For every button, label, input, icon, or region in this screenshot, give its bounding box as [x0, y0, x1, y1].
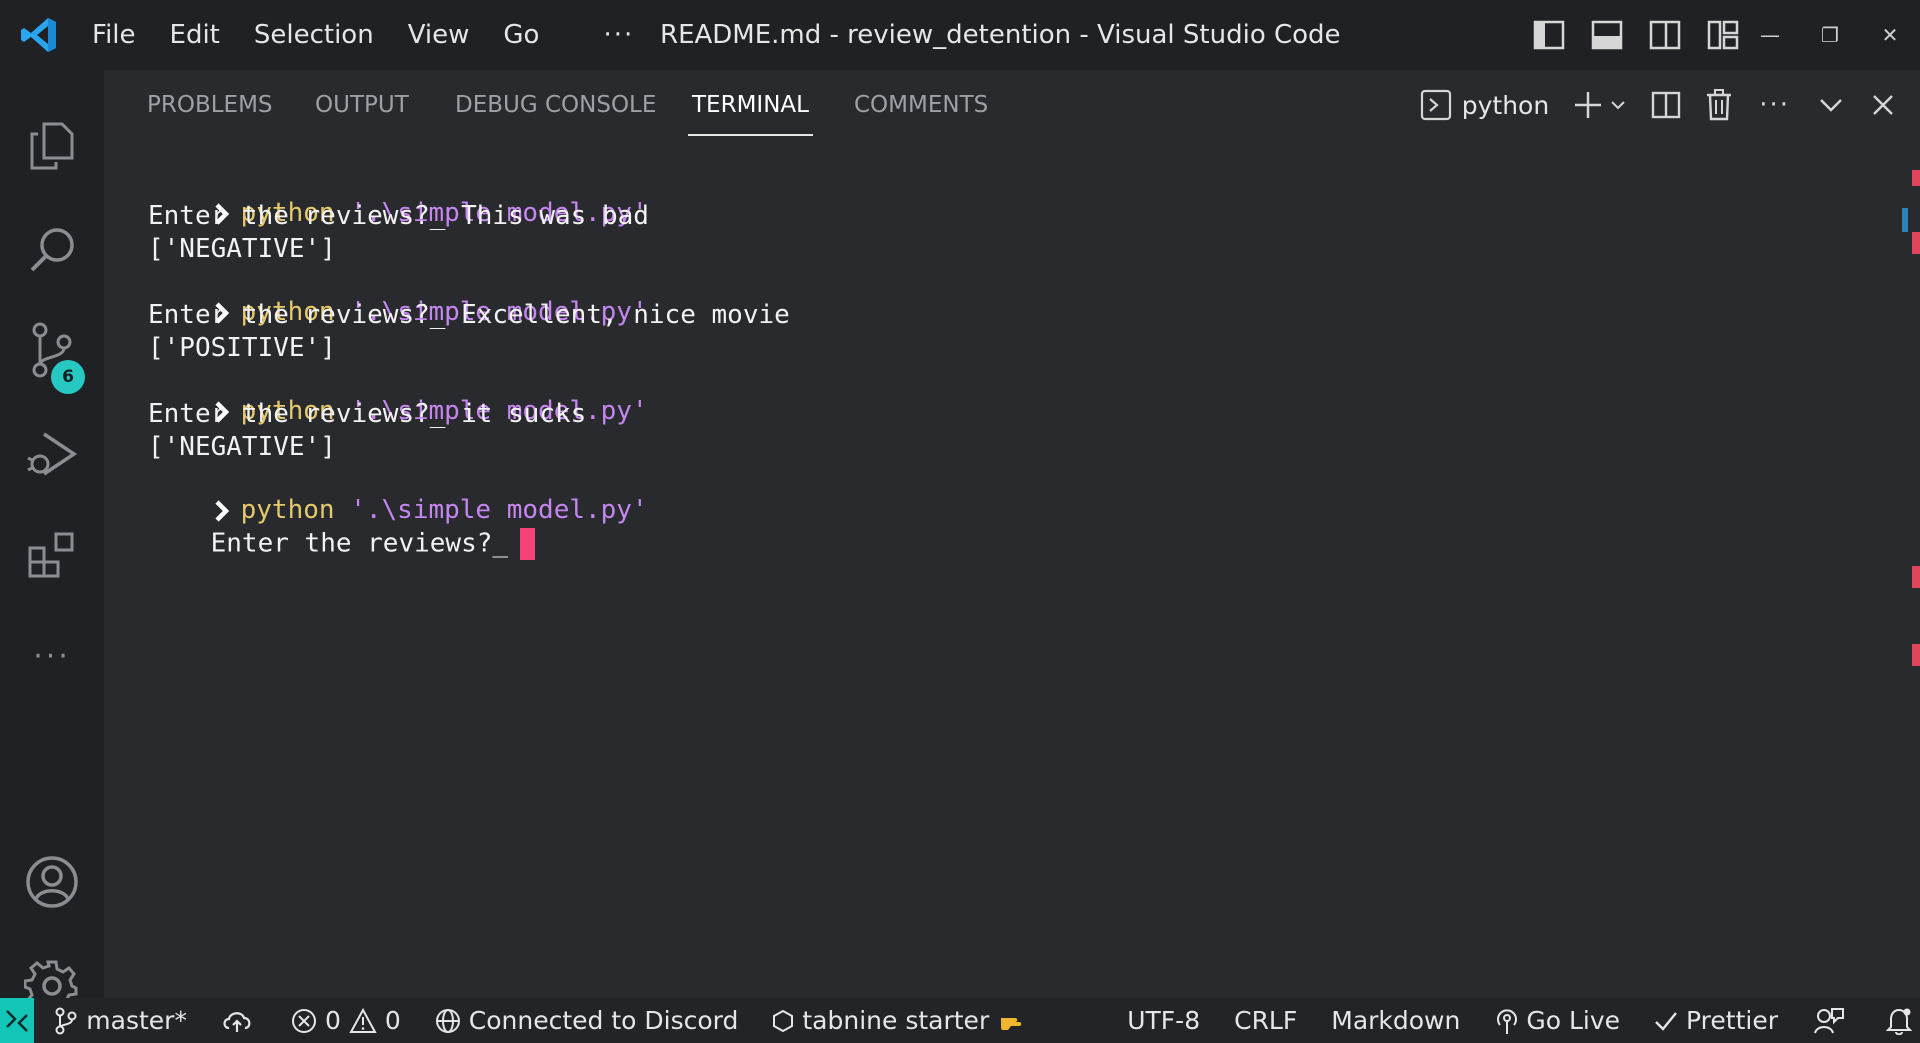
more-actions-icon[interactable]: ···	[1759, 85, 1790, 125]
close-window-button[interactable]: ✕	[1860, 0, 1920, 70]
tab-problems[interactable]: PROBLEMS	[147, 70, 273, 140]
terminal-output-line: Enter the reviews?_ Excellent, nice movi…	[148, 300, 790, 330]
status-bar: master* 0 0 Connected to Discord tabnine…	[0, 998, 1920, 1043]
extensions-icon[interactable]	[0, 514, 104, 598]
check-icon	[1655, 1011, 1677, 1031]
tab-debug-console[interactable]: DEBUG CONSOLE	[455, 70, 656, 140]
eol-button[interactable]: CRLF	[1234, 998, 1297, 1043]
sync-button[interactable]	[221, 998, 261, 1043]
tab-comments[interactable]: COMMENTS	[854, 70, 988, 140]
branch-status[interactable]: master*	[54, 998, 187, 1043]
minimize-button[interactable]: —	[1740, 0, 1800, 70]
broadcast-icon	[1497, 1008, 1518, 1034]
warning-icon	[349, 1007, 377, 1033]
menu-selection[interactable]: Selection	[254, 20, 374, 50]
terminal-output-line: ['POSITIVE']	[148, 333, 336, 363]
toggle-primary-sidebar-icon[interactable]	[1530, 16, 1568, 54]
terminal-input-prompt: Enter the reviews?_	[210, 528, 509, 559]
tabnine-hexagon-icon	[773, 1009, 794, 1032]
restore-button[interactable]: ❐	[1800, 0, 1860, 70]
error-icon	[291, 1008, 316, 1033]
prettier-button[interactable]: Prettier	[1654, 998, 1778, 1043]
title-bar: File Edit Selection View Go ··· README.m…	[0, 0, 1920, 70]
scrollbar-error-marker	[1912, 566, 1920, 588]
plus-icon	[1575, 92, 1602, 118]
search-icon[interactable]	[0, 208, 104, 292]
tab-output[interactable]: OUTPUT	[315, 70, 409, 140]
go-live-label: Go Live	[1526, 1006, 1621, 1035]
branch-name: master*	[86, 1006, 187, 1035]
error-count: 0	[324, 1006, 341, 1035]
problems-status[interactable]: 0 0	[291, 998, 401, 1043]
discord-status[interactable]: Connected to Discord	[435, 998, 739, 1043]
new-terminal-button[interactable]	[1573, 85, 1627, 125]
discord-label: Connected to Discord	[468, 1006, 739, 1035]
activity-bar: 6 ···	[0, 70, 104, 1014]
terminal-output-line: Enter the reviews?_ it sucks	[148, 399, 587, 429]
terminal-input-line: Enter the reviews?_	[148, 498, 536, 590]
vscode-logo-icon	[0, 0, 78, 70]
terminal-output-line: Enter the reviews?_ This was bad	[148, 201, 649, 231]
pointing-hand-icon	[1001, 1017, 1022, 1030]
explorer-icon[interactable]	[0, 104, 104, 188]
scrollbar-scroll-thumb[interactable]	[1902, 208, 1908, 232]
menu-go[interactable]: Go	[503, 20, 539, 50]
window-title: README.md - review_detention - Visual St…	[660, 20, 1341, 50]
encoding-button[interactable]: UTF-8	[1127, 998, 1200, 1043]
scm-count-badge: 6	[51, 360, 85, 394]
menu-file[interactable]: File	[92, 20, 136, 50]
layout-controls	[1530, 16, 1742, 54]
terminal-content[interactable]: python '.\simple model.py' Enter the rev…	[104, 140, 1920, 998]
run-debug-icon[interactable]	[0, 412, 104, 496]
terminal-selector[interactable]: python	[1420, 85, 1549, 125]
terminal-name: python	[1461, 90, 1550, 120]
globe-icon	[435, 1008, 460, 1033]
cloud-upload-icon	[223, 1011, 251, 1032]
menu-view[interactable]: View	[408, 20, 470, 50]
scrollbar-error-marker	[1912, 170, 1920, 186]
git-branch-icon	[55, 1007, 77, 1034]
terminal-output-line: ['NEGATIVE']	[148, 432, 336, 462]
split-terminal-icon[interactable]	[1651, 85, 1681, 125]
source-control-icon[interactable]: 6	[0, 308, 104, 394]
terminal-output-line: ['NEGATIVE']	[148, 234, 336, 264]
prettier-label: Prettier	[1686, 1006, 1778, 1035]
customize-layout-icon[interactable]	[1704, 16, 1742, 54]
more-icon[interactable]: ···	[0, 614, 104, 698]
remote-icon	[6, 1009, 29, 1032]
menu-more-icon[interactable]: ···	[603, 20, 634, 50]
panel-header: PROBLEMS OUTPUT DEBUG CONSOLE TERMINAL C…	[104, 70, 1920, 140]
chevron-down-icon	[1611, 101, 1625, 110]
tabnine-label: tabnine starter	[802, 1006, 990, 1035]
window-controls: — ❐ ✕	[1740, 0, 1920, 70]
go-live-button[interactable]: Go Live	[1496, 998, 1620, 1043]
toggle-panel-icon[interactable]	[1588, 16, 1626, 54]
menu-edit[interactable]: Edit	[170, 20, 220, 50]
toggle-secondary-sidebar-icon[interactable]	[1646, 16, 1684, 54]
scrollbar-error-marker	[1912, 644, 1920, 666]
terminal-icon	[1420, 89, 1451, 121]
language-mode-button[interactable]: Markdown	[1331, 998, 1460, 1043]
remote-indicator-button[interactable]	[0, 998, 35, 1043]
notifications-bell-icon[interactable]	[1886, 998, 1920, 1043]
accounts-icon[interactable]	[0, 840, 104, 924]
trash-icon[interactable]	[1705, 85, 1733, 125]
warning-count: 0	[384, 1006, 401, 1035]
terminal-cursor	[520, 528, 536, 560]
feedback-icon[interactable]	[1814, 998, 1852, 1043]
scrollbar-error-marker	[1912, 232, 1920, 254]
maximize-panel-chevron-icon[interactable]	[1818, 85, 1844, 125]
panel-actions: python ···	[1400, 70, 1894, 140]
tabnine-status[interactable]: tabnine starter	[772, 998, 1035, 1043]
tab-terminal[interactable]: TERMINAL	[688, 70, 813, 140]
close-panel-icon[interactable]	[1872, 85, 1894, 125]
